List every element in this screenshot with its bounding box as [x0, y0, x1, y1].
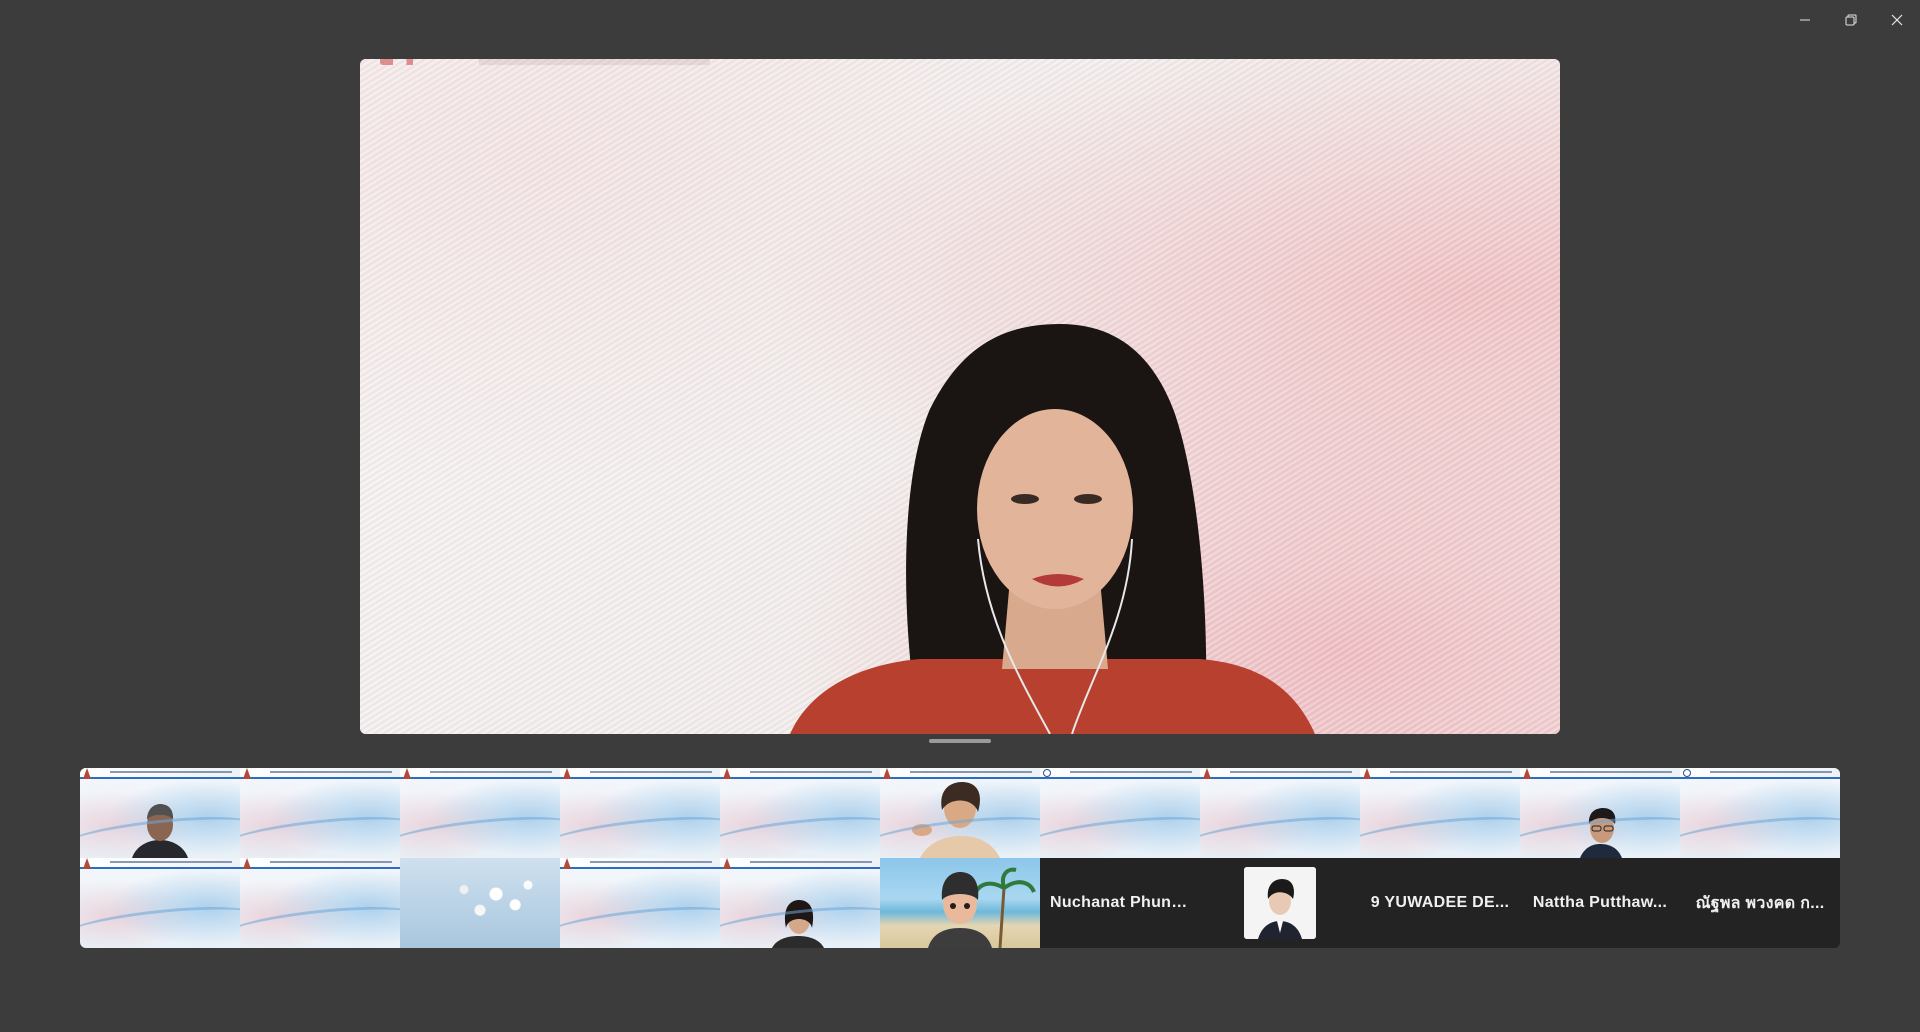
participant-tile[interactable]: 9 YUWADEE DE... [1360, 858, 1520, 948]
participant-tile[interactable] [720, 768, 880, 858]
participant-tile[interactable]: Nuchanat Phunt... [1040, 858, 1200, 948]
logo-icon [1043, 769, 1051, 777]
logo-icon [1363, 768, 1371, 779]
shared-slide-header [1040, 768, 1200, 779]
restore-button[interactable] [1828, 0, 1874, 40]
participant-tile[interactable] [1200, 858, 1360, 948]
close-button[interactable] [1874, 0, 1920, 40]
active-speaker-video[interactable] [360, 59, 1560, 734]
participant-name: ณัฐพล พวงคด ก... [1695, 894, 1825, 912]
profile-photo [1244, 867, 1316, 939]
shared-slide-header [1680, 768, 1840, 779]
participant-tile[interactable] [1360, 768, 1520, 858]
shared-slide-header [1200, 768, 1360, 779]
shared-slide-header [560, 768, 720, 779]
logo-icon [563, 858, 571, 869]
participant-tile[interactable]: Nattha Putthaw... [1520, 858, 1680, 948]
logo-icon [403, 768, 411, 779]
participant-tile[interactable] [400, 858, 560, 948]
window-controls [1782, 0, 1920, 40]
logo-icon [563, 768, 571, 779]
participant-tile[interactable] [720, 858, 880, 948]
close-icon [1891, 14, 1903, 26]
participant-tile[interactable] [1040, 768, 1200, 858]
participant-tile[interactable] [880, 858, 1040, 948]
participant-tile[interactable] [400, 768, 560, 858]
participant-name: Nattha Putthaw... [1532, 894, 1668, 911]
participant-tile[interactable] [1200, 768, 1360, 858]
participant-tile[interactable] [1520, 768, 1680, 858]
participant-tile[interactable] [240, 858, 400, 948]
restore-icon [1845, 14, 1857, 26]
participant-name: Nuchanat Phunt... [1050, 894, 1190, 911]
speaker-person-image [790, 324, 1315, 734]
logo-icon [243, 858, 251, 869]
shared-slide-header [400, 768, 560, 779]
shared-slide-header [1360, 768, 1520, 779]
participant-tile[interactable] [560, 768, 720, 858]
participant-person-image [772, 900, 824, 948]
participant-avatar-image [928, 867, 1036, 948]
shared-slide-header [240, 858, 400, 869]
shared-slide-header [560, 858, 720, 869]
logo-icon [1203, 768, 1211, 779]
logo-icon [83, 858, 91, 869]
shared-slide-header [80, 858, 240, 869]
participant-tile[interactable] [560, 858, 720, 948]
logo-icon [243, 768, 251, 779]
participant-person-image [912, 782, 1000, 858]
video-meeting-window: Nuchanat Phunt... 9 YUWADEE DE... Nattha… [0, 0, 1920, 1032]
minimize-icon [1800, 19, 1810, 21]
shared-slide-header [240, 768, 400, 779]
participant-name: 9 YUWADEE DE... [1370, 894, 1510, 911]
participant-tile[interactable]: ณัฐพล พวงคด ก... [1680, 858, 1840, 948]
minimize-button[interactable] [1782, 0, 1828, 40]
participant-tile[interactable] [1680, 768, 1840, 858]
panel-resize-handle[interactable] [929, 739, 991, 743]
logo-icon [1683, 769, 1691, 777]
shared-slide-header [720, 768, 880, 779]
participant-gallery: Nuchanat Phunt... 9 YUWADEE DE... Nattha… [80, 768, 1840, 948]
participant-tile[interactable] [80, 768, 240, 858]
participant-person-image [132, 804, 188, 858]
logo-icon [723, 768, 731, 779]
participant-tile[interactable] [80, 858, 240, 948]
participant-tile[interactable] [880, 768, 1040, 858]
participant-tile[interactable] [240, 768, 400, 858]
participant-person-image [1580, 808, 1622, 858]
profile-photo-icon [1244, 867, 1316, 939]
